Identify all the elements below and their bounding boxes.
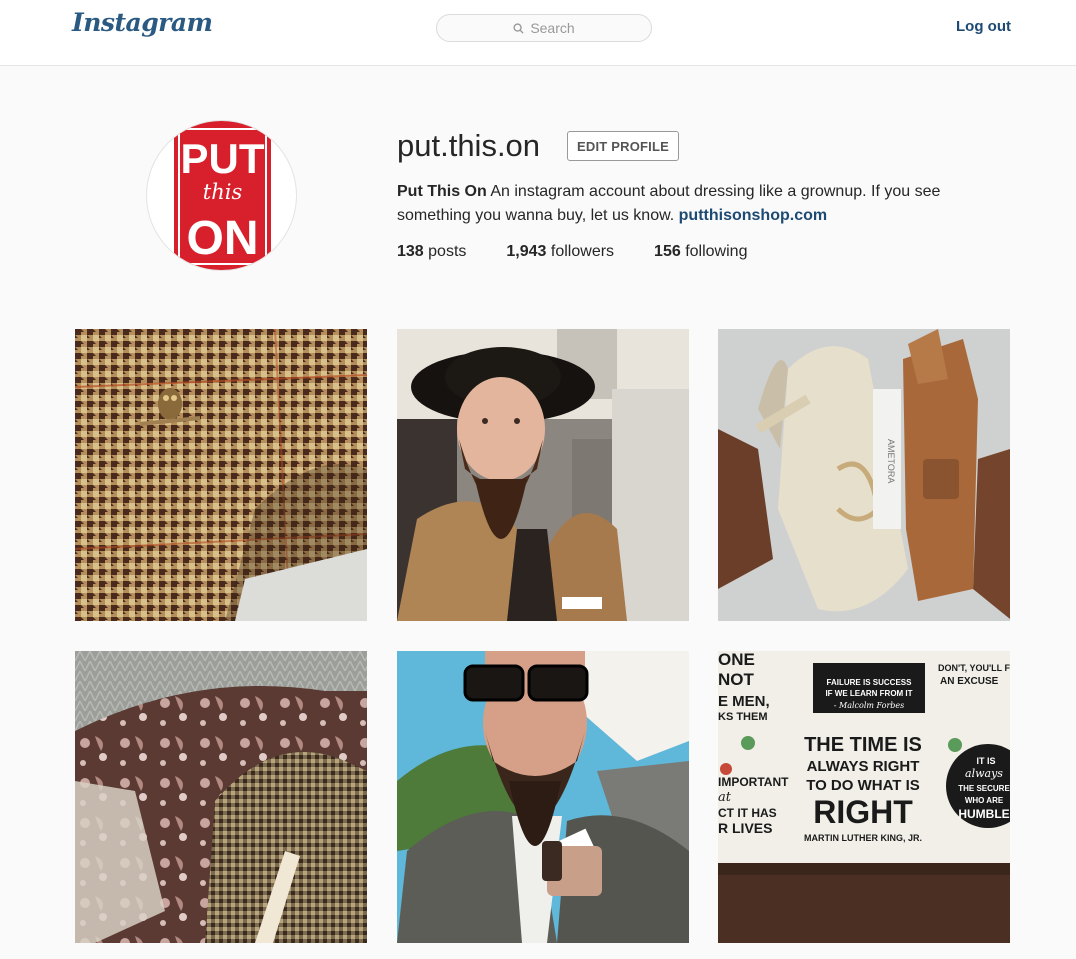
search-input[interactable]: Search	[436, 14, 652, 42]
quote-left-line: E MEN,	[718, 693, 770, 710]
post-image	[75, 651, 367, 943]
following-count: 156	[654, 243, 681, 260]
quote-right-line: HUMBLE	[958, 807, 1009, 821]
quote-right-line: DON'T, YOU'LL FIND	[938, 663, 1010, 673]
stat-posts: 138 posts	[397, 243, 466, 261]
book-spine-text: AMETORA	[886, 439, 896, 483]
post-tile[interactable]	[75, 651, 367, 943]
stat-followers[interactable]: 1,943 followers	[506, 243, 614, 261]
post-tile[interactable]	[397, 329, 689, 621]
posts-count: 138	[397, 243, 424, 260]
quote-left-line: KS THEM	[718, 711, 768, 723]
profile-avatar[interactable]: PUT this ON	[146, 120, 297, 271]
quote-right-line: AN EXCUSE	[940, 676, 999, 687]
post-image: FAILURE IS SUCCESS IF WE LEARN FROM IT -…	[718, 651, 1010, 943]
post-image	[397, 651, 689, 943]
quote-main-line: THE TIME IS	[804, 734, 922, 756]
following-label: following	[685, 243, 748, 260]
quote-left-line: NOT	[718, 670, 755, 689]
avatar-text-on: ON	[187, 212, 259, 265]
edit-profile-button[interactable]: EDIT PROFILE	[567, 131, 679, 161]
followers-label: followers	[550, 243, 615, 260]
quote-main-line: TO DO WHAT IS	[806, 777, 920, 794]
quote-left-line: CT IT HAS	[718, 806, 777, 820]
profile-bio: Put This On An instagram account about d…	[397, 180, 997, 228]
quote-left-line: IMPORTANT	[718, 775, 789, 789]
quote-right-line: THE SECURE	[958, 784, 1010, 793]
post-tile[interactable]	[397, 651, 689, 943]
quote-right-line: WHO ARE	[965, 796, 1004, 805]
avatar-text-put: PUT	[181, 135, 265, 182]
search-placeholder: Search	[530, 20, 575, 36]
quote-main-line: RIGHT	[813, 794, 913, 830]
instagram-logo[interactable]: Instagram	[72, 8, 213, 37]
post-image	[75, 329, 367, 621]
post-image	[397, 329, 689, 621]
post-image: AMETORA	[718, 329, 1010, 621]
quote-side-line: - Malcolm Forbes	[834, 701, 904, 710]
quote-side-line: FAILURE IS SUCCESS	[827, 678, 913, 687]
quote-main-line: MARTIN LUTHER KING, JR.	[804, 833, 922, 843]
quote-right-line: IT IS	[976, 756, 995, 766]
quote-main-line: ALWAYS RIGHT	[807, 758, 920, 775]
posts-label: posts	[428, 243, 467, 260]
followers-count: 1,943	[506, 243, 547, 260]
stat-following[interactable]: 156 following	[654, 243, 747, 261]
profile-stats: 138 posts 1,943 followers 156 following	[397, 243, 787, 261]
quote-right-line: always	[965, 767, 1003, 780]
quote-left-line: R LIVES	[718, 820, 772, 836]
profile-full-name: Put This On	[397, 183, 487, 200]
post-tile[interactable]	[75, 329, 367, 621]
profile-website-link[interactable]: putthisonshop.com	[679, 207, 827, 224]
quote-side-line: IF WE LEARN FROM IT	[825, 689, 912, 698]
avatar-text-this: this	[203, 180, 243, 204]
logout-link[interactable]: Log out	[956, 18, 1011, 35]
top-navbar: Instagram Search Log out	[0, 0, 1076, 66]
quote-left-line: ONE	[718, 651, 755, 669]
post-tile[interactable]: AMETORA	[718, 329, 1010, 621]
search-icon	[513, 22, 524, 34]
profile-username: put.this.on	[397, 128, 541, 163]
quote-left-line: at	[718, 790, 732, 805]
post-tile[interactable]: FAILURE IS SUCCESS IF WE LEARN FROM IT -…	[718, 651, 1010, 943]
